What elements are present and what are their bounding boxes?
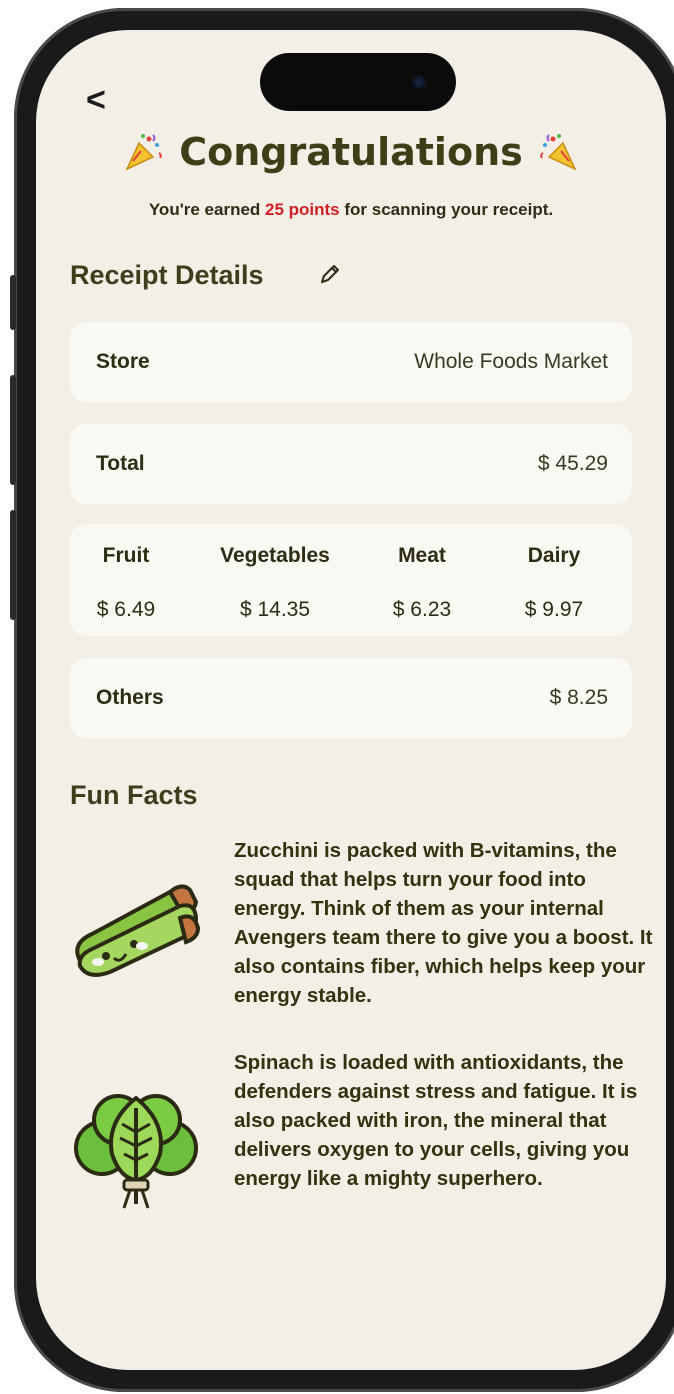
category-amount: $ 6.49 <box>96 598 156 621</box>
store-card[interactable]: Store Whole Foods Market <box>70 322 632 402</box>
total-label: Total <box>96 452 145 475</box>
category-meat: Meat $ 6.23 <box>368 544 476 622</box>
fun-fact-zucchini: Zucchini is packed with B-vitamins, the … <box>234 839 653 1007</box>
category-name: Vegetables <box>220 544 330 567</box>
points-message-prefix: You're earned <box>148 200 266 219</box>
others-label: Others <box>96 686 164 709</box>
back-button[interactable]: < <box>86 80 116 120</box>
camera-icon <box>412 75 426 89</box>
category-amount: $ 14.35 <box>239 598 311 621</box>
fun-facts-heading: Fun Facts <box>70 780 198 810</box>
total-value: $ 45.29 <box>537 452 608 475</box>
spinach-icon <box>74 1094 198 1209</box>
category-fruit: Fruit $ 6.49 <box>70 544 182 622</box>
dynamic-island <box>260 53 456 111</box>
title-row: Congratulations <box>36 130 666 190</box>
category-amount: $ 6.23 <box>392 598 452 621</box>
store-value: Whole Foods Market <box>414 350 608 373</box>
category-dairy: Dairy $ 9.97 <box>476 544 632 622</box>
party-popper-icon <box>539 134 577 171</box>
store-label: Store <box>96 350 150 373</box>
app-screen: < Congratulations You're earned 25 point… <box>36 30 666 1370</box>
points-message-suffix: for scanning your receipt. <box>339 200 554 219</box>
zucchini-icon <box>75 884 200 977</box>
side-button-action <box>10 275 16 330</box>
total-card[interactable]: Total $ 45.29 <box>70 424 632 504</box>
party-popper-icon <box>125 134 163 171</box>
category-name: Meat <box>398 544 446 567</box>
category-name: Fruit <box>102 544 150 567</box>
pencil-icon[interactable] <box>318 262 342 286</box>
category-vegetables: Vegetables $ 14.35 <box>182 544 368 622</box>
category-breakdown-card[interactable]: Fruit $ 6.49 Vegetables $ 14.35 Meat $ 6… <box>70 524 632 636</box>
page-title: Congratulations <box>179 130 523 174</box>
category-name: Dairy <box>527 544 581 567</box>
side-button-volume-down <box>10 510 16 620</box>
points-earned: 25 points <box>265 200 340 219</box>
side-button-volume-up <box>10 375 16 485</box>
others-value: $ 8.25 <box>549 686 608 709</box>
others-card[interactable]: Others $ 8.25 <box>70 658 632 738</box>
fun-fact-spinach: Spinach is loaded with antioxidants, the… <box>234 1051 638 1190</box>
category-grid: Fruit $ 6.49 Vegetables $ 14.35 Meat $ 6… <box>70 544 632 622</box>
points-message: You're earned 25 points for scanning you… <box>36 200 666 220</box>
receipt-details-heading: Receipt Details <box>70 260 264 290</box>
category-amount: $ 9.97 <box>524 598 584 621</box>
